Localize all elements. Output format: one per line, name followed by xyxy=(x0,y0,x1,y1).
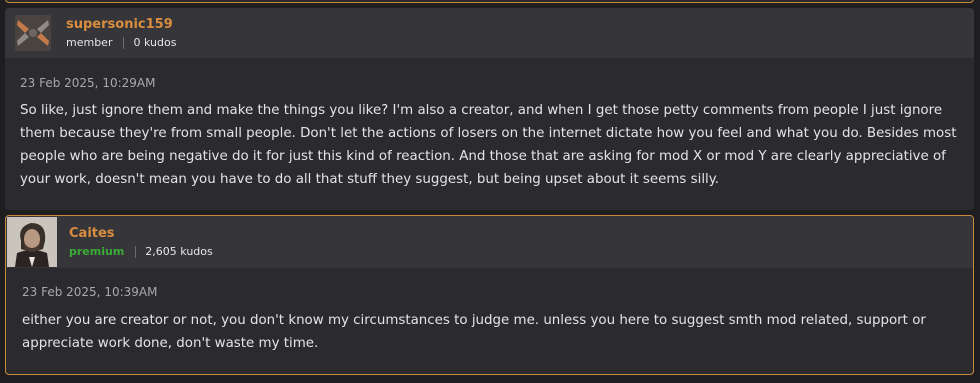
previous-comment-edge xyxy=(5,0,974,3)
username-link[interactable]: Caites xyxy=(69,226,213,242)
user-meta: supersonic159 member 0 kudos xyxy=(66,17,176,50)
username-link[interactable]: supersonic159 xyxy=(66,17,176,33)
user-role: member xyxy=(66,36,113,49)
comment-timestamp: 23 Feb 2025, 10:39AM xyxy=(22,285,158,299)
comment-card: supersonic159 member 0 kudos 23 Feb 2025… xyxy=(5,8,974,210)
user-stats: member 0 kudos xyxy=(66,36,176,50)
stats-divider xyxy=(135,246,137,258)
comment-timestamp: 23 Feb 2025, 10:29AM xyxy=(20,76,156,90)
comment-text: either you are creator or not, you don't… xyxy=(22,313,926,351)
comment-body: 23 Feb 2025, 10:39AM either you are crea… xyxy=(6,268,973,355)
kudos-count: 0 kudos xyxy=(133,36,177,49)
user-role-premium: premium xyxy=(69,245,125,258)
user-meta: Caites premium 2,605 kudos xyxy=(69,226,213,259)
stats-divider xyxy=(123,37,125,49)
portrait-avatar-icon[interactable] xyxy=(7,217,57,267)
kudos-count: 2,605 kudos xyxy=(145,245,213,258)
comments-page: supersonic159 member 0 kudos 23 Feb 2025… xyxy=(0,0,980,383)
comment-text: So like, just ignore them and make the t… xyxy=(20,103,957,187)
comment-header: supersonic159 member 0 kudos xyxy=(5,8,974,58)
user-stats: premium 2,605 kudos xyxy=(69,245,213,259)
comment-card-highlighted: Caites premium 2,605 kudos 23 Feb 2025, … xyxy=(5,215,974,375)
comment-header: Caites premium 2,605 kudos xyxy=(6,216,973,268)
comment-body: 23 Feb 2025, 10:29AM So like, just ignor… xyxy=(5,58,974,191)
default-avatar-icon[interactable] xyxy=(15,15,51,51)
